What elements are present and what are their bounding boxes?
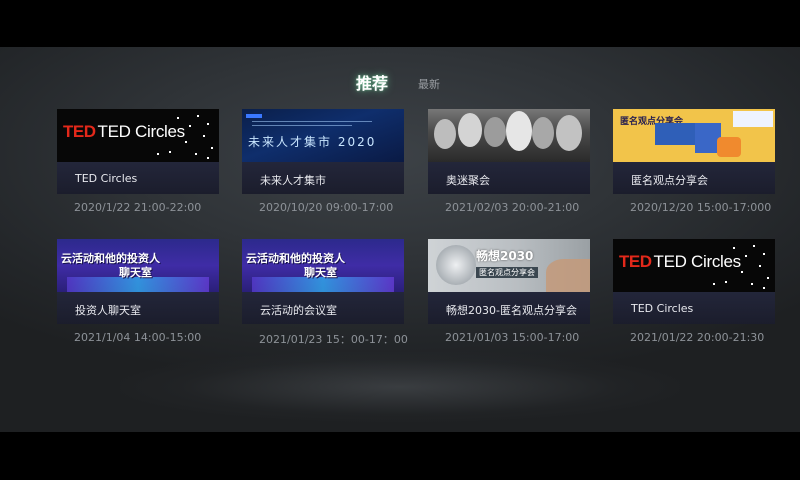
home-screen: 推荐 最新 TED TED Circles TED Circles 2020/1/… [0,47,800,432]
event-card-fan-meetup[interactable]: 奥迷聚会 2021/02/03 20:00-21:00 [428,109,590,224]
poster-illustration [655,123,699,145]
floor-glow [120,352,680,422]
event-thumbnail: 匿名观点分享会 [613,109,775,162]
event-card-ted-circles-2[interactable]: TED TED Circles TED Circles 2021/01/22 20… [613,239,775,354]
card-time: 2021/01/23 15：00-17：00 [259,333,408,346]
card-title-bar: 未来人才集市 [242,162,404,194]
card-time: 2020/12/20 15:00-17:000 [630,201,772,214]
event-card-talent-market[interactable]: 未来人才集市 2020 未来人才集市 2020/10/20 09:00-17:0… [242,109,404,224]
event-thumbnail [428,109,590,162]
sparkle-dot [713,283,715,285]
card-title-bar: 奥迷聚会 [428,162,590,194]
figure-image [434,119,456,149]
sparkle-dot [753,245,755,247]
sparkle-dot [203,135,205,137]
ted-circles-logo: TED TED Circles [63,122,185,141]
card-title: 投资人聊天室 [75,304,141,317]
card-time: 2020/10/20 09:00-17:00 [259,201,394,214]
banner-text-line [252,121,372,122]
tab-latest[interactable]: 最新 [418,76,440,92]
tab-recommended[interactable]: 推荐 [356,70,388,94]
poster-title: 畅想2030 [476,249,534,263]
card-title: 畅想2030-匿名观点分享会 [446,304,577,317]
sparkle-dot [197,115,199,117]
sparkle-dot [169,151,171,153]
sparkle-dot [745,255,747,257]
card-title: 云活动的会议室 [260,304,337,317]
poster-subtitle: 聊天室 [304,266,337,279]
sparkle-dot [741,271,743,273]
card-title-bar: TED Circles [57,162,219,194]
card-title: 奥迷聚会 [446,174,490,187]
card-time: 2021/1/04 14:00-15:00 [74,331,202,344]
figure-image [484,117,506,147]
card-title: 匿名观点分享会 [631,174,708,187]
event-card-cloud-meeting-room[interactable]: 云活动和他的投资人 聊天室 云活动的会议室 2021/01/23 15：00-1… [242,239,408,354]
banner-logo [246,114,262,118]
figure-image [532,117,554,149]
sparkle-dot [759,265,761,267]
event-card-vision-2030[interactable]: 畅想2030 匿名观点分享会 畅想2030-匿名观点分享会 2021/01/03… [428,239,590,354]
event-thumbnail: TED TED Circles [613,239,775,292]
robot-illustration [436,245,476,285]
sparkle-dot [185,141,187,143]
card-title-bar: TED Circles [613,292,775,324]
sparkle-dot [733,247,735,249]
banner-title: 未来人才集市 2020 [248,135,377,149]
banner-text-line [252,125,352,126]
sparkle-dot [767,277,769,279]
sparkle-dot [725,281,727,283]
event-thumbnail: 云活动和他的投资人 聊天室 [242,239,404,292]
event-thumbnail: 畅想2030 匿名观点分享会 [428,239,590,292]
ted-circles-logo: TED TED Circles [619,252,741,271]
figure-image [506,111,532,151]
event-thumbnail: 云活动和他的投资人 聊天室 [57,239,219,292]
sparkle-dot [763,253,765,255]
event-card-anonymous-sharing[interactable]: 匿名观点分享会 匿名观点分享会 2020/12/20 15:00-17:000 [613,109,775,224]
bottom-black-bar [0,432,800,480]
hand-illustration [546,259,590,292]
event-thumbnail: TED TED Circles [57,109,219,162]
card-time: 2021/01/03 15:00-17:00 [445,331,580,344]
sparkle-dot [751,283,753,285]
figure-image [458,113,482,147]
card-title: TED Circles [631,302,694,315]
sparkle-dot [189,125,191,127]
sparkle-dot [177,117,179,119]
poster-subtitle: 聊天室 [119,266,152,279]
card-title: TED Circles [75,172,138,185]
poster-illustration [717,137,741,157]
figure-image [556,115,582,151]
card-title-bar: 匿名观点分享会 [613,162,775,194]
card-title: 未来人才集市 [260,174,326,187]
card-title-bar: 投资人聊天室 [57,292,219,324]
card-time: 2021/01/22 20:00-21:30 [630,331,765,344]
sparkle-dot [207,123,209,125]
event-card-investor-chat[interactable]: 云活动和他的投资人 聊天室 投资人聊天室 2021/1/04 14:00-15:… [57,239,219,354]
sparkle-dot [157,153,159,155]
card-title-bar: 云活动的会议室 [242,292,404,324]
card-time: 2020/1/22 21:00-22:00 [74,201,202,214]
card-time: 2021/02/03 20:00-21:00 [445,201,580,214]
sparkle-dot [195,153,197,155]
poster-subtitle: 匿名观点分享会 [476,267,538,278]
card-title-bar: 畅想2030-匿名观点分享会 [428,292,590,324]
sparkle-dot [211,147,213,149]
sparkle-dot [763,287,765,289]
poster-subtitle-box [733,111,773,127]
event-thumbnail: 未来人才集市 2020 [242,109,404,162]
category-tabs: 推荐 最新 [0,70,800,100]
sparkle-dot [207,157,209,159]
top-black-bar [0,0,800,47]
event-card-ted-circles-1[interactable]: TED TED Circles TED Circles 2020/1/22 21:… [57,109,219,224]
